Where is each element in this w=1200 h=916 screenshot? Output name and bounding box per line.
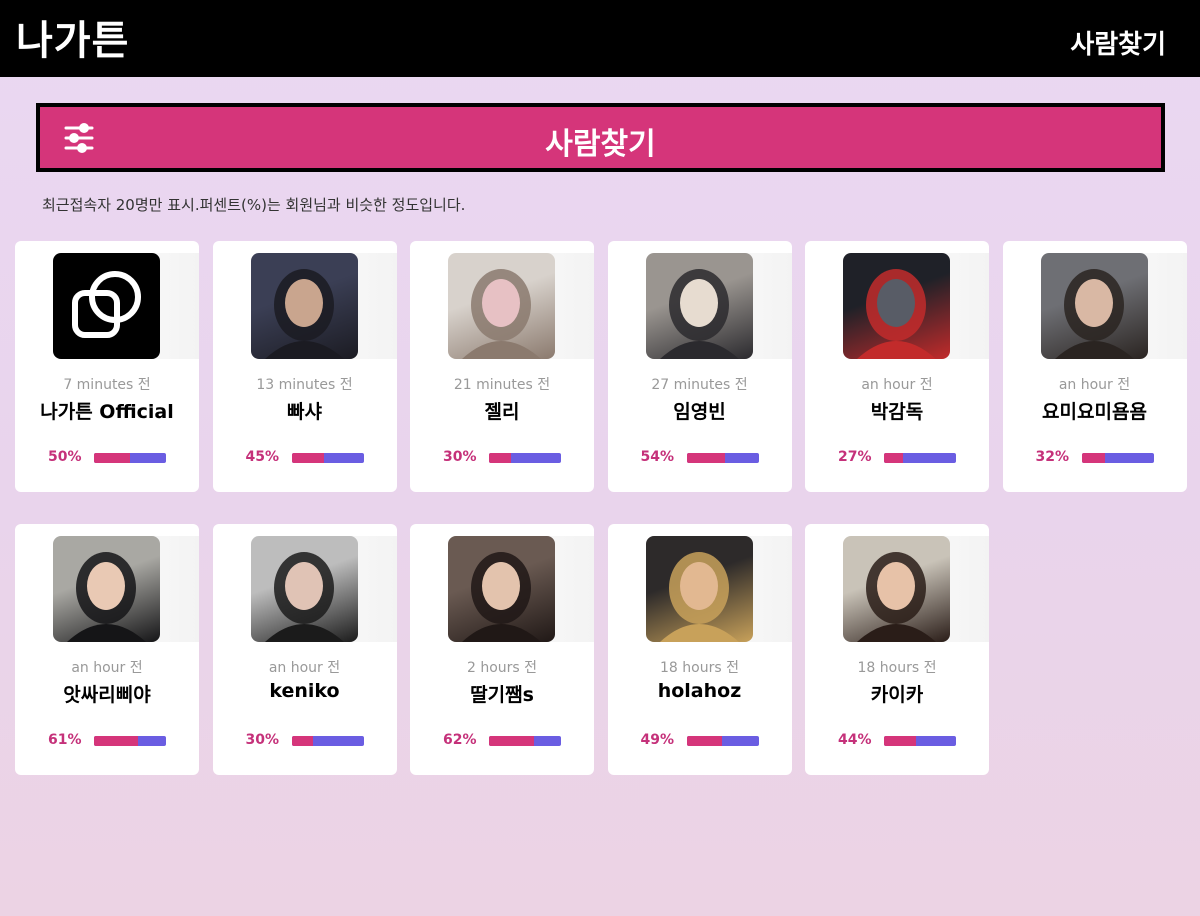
match-percent: 32% xyxy=(1035,449,1070,465)
avatar-area xyxy=(250,253,397,359)
user-card[interactable]: 21 minutes 전젤리 30% xyxy=(410,241,594,492)
avatar-area xyxy=(1040,253,1187,359)
match-progress-bar xyxy=(489,736,561,746)
match-progress-bar xyxy=(884,736,956,746)
last-seen-time: an hour 전 xyxy=(71,660,143,676)
last-seen-time: 21 minutes 전 xyxy=(453,377,551,393)
match-percent: 27% xyxy=(838,449,872,465)
match-percent: 45% xyxy=(245,449,280,465)
user-card[interactable]: 18 hours 전 holahoz 49% xyxy=(607,524,792,775)
avatar[interactable] xyxy=(645,536,753,642)
match-progress-fill xyxy=(94,453,130,463)
user-card[interactable]: an hour 전박감독 27% xyxy=(805,241,989,492)
match-progress-bar xyxy=(1081,453,1154,463)
user-nickname[interactable]: 카이카 xyxy=(805,680,989,707)
user-nickname[interactable]: 임영빈 xyxy=(608,397,792,424)
avatar[interactable] xyxy=(843,536,950,642)
match-progress-fill xyxy=(686,453,726,463)
last-seen-time: 7 minutes 전 xyxy=(63,377,151,393)
user-nickname[interactable]: holahoz xyxy=(608,680,792,702)
match-progress-bar xyxy=(686,736,759,746)
match-progress-fill xyxy=(291,453,324,463)
avatar-area xyxy=(53,536,199,642)
last-seen-time: 13 minutes 전 xyxy=(256,377,353,393)
match-progress-fill xyxy=(884,453,904,463)
user-card[interactable]: 2 hours 전딸기쨈s 62% xyxy=(410,524,594,775)
notice-text: 최근접속자 20명만 표시.퍼센트(%)는 회원님과 비슷한 정도입니다. xyxy=(42,196,466,214)
user-card[interactable]: an hour 전 keniko 30% xyxy=(212,524,397,775)
user-card[interactable]: 13 minutes 전빠샤 45% xyxy=(212,241,397,492)
official-logo-icon[interactable] xyxy=(53,253,160,359)
last-seen-time: 18 hours 전 xyxy=(857,660,937,676)
avatar[interactable] xyxy=(53,536,160,642)
match-percent: 62% xyxy=(443,732,477,748)
last-seen-time: 27 minutes 전 xyxy=(651,377,748,393)
match-progress-bar xyxy=(686,453,759,463)
last-seen-time: 2 hours 전 xyxy=(466,660,538,676)
page-title: 사람찾기 xyxy=(545,127,656,162)
match-percent: 30% xyxy=(245,732,280,748)
match-progress-bar xyxy=(94,453,166,463)
match-percent: 54% xyxy=(640,449,675,465)
last-seen-time: an hour 전 xyxy=(1058,377,1131,393)
user-card[interactable]: an hour 전요미요미욤욤 32% xyxy=(1002,241,1187,492)
user-nickname[interactable]: keniko xyxy=(213,680,397,702)
match-progress-fill xyxy=(1081,453,1105,463)
match-progress-bar xyxy=(291,453,364,463)
match-progress-fill xyxy=(291,736,314,746)
user-card[interactable]: 27 minutes 전임영빈 54% xyxy=(607,241,792,492)
user-nickname[interactable]: 박감독 xyxy=(805,397,989,424)
avatar[interactable] xyxy=(250,536,358,642)
section-banner: 사람찾기 xyxy=(36,103,1165,172)
user-card[interactable]: 18 hours 전카이카 44% xyxy=(805,524,989,775)
match-progress-bar xyxy=(884,453,956,463)
user-nickname[interactable]: 나가튼 Official xyxy=(15,397,199,424)
avatar-area xyxy=(448,536,594,642)
match-progress-bar xyxy=(94,736,166,746)
avatar[interactable] xyxy=(1040,253,1148,359)
user-nickname[interactable]: 요미요미욤욤 xyxy=(1003,397,1187,424)
match-progress-fill xyxy=(489,453,511,463)
user-nickname[interactable]: 딸기쨈s xyxy=(410,680,594,707)
avatar[interactable] xyxy=(448,253,555,359)
last-seen-time: an hour 전 xyxy=(268,660,341,676)
site-logo[interactable]: 나가튼 xyxy=(16,8,129,66)
match-progress-fill xyxy=(94,736,138,746)
match-progress-fill xyxy=(686,736,722,746)
avatar-area xyxy=(645,536,792,642)
user-card[interactable]: 7 minutes 전나가튼 Official 50% xyxy=(15,241,199,492)
last-seen-time: 18 hours 전 xyxy=(660,660,739,676)
avatar-area xyxy=(53,253,199,359)
avatar-area xyxy=(448,253,594,359)
avatar[interactable] xyxy=(448,536,555,642)
user-nickname[interactable]: 젤리 xyxy=(410,397,594,424)
avatar-area xyxy=(250,536,397,642)
user-card[interactable]: an hour 전앗싸리삐야 61% xyxy=(15,524,199,775)
avatar-area xyxy=(645,253,792,359)
user-nickname[interactable]: 앗싸리삐야 xyxy=(15,680,199,707)
top-navbar: 나가튼 사람찾기 xyxy=(0,0,1200,77)
find-people-link[interactable]: 사람찾기 xyxy=(1070,24,1166,61)
avatar-area xyxy=(843,253,989,359)
match-percent: 30% xyxy=(443,449,477,465)
match-progress-fill xyxy=(489,736,534,746)
avatar-area xyxy=(843,536,989,642)
match-percent: 49% xyxy=(640,732,675,748)
avatar[interactable] xyxy=(250,253,358,359)
match-progress-fill xyxy=(884,736,916,746)
avatar[interactable] xyxy=(843,253,950,359)
match-progress-bar xyxy=(291,736,364,746)
match-percent: 44% xyxy=(838,732,872,748)
avatar[interactable] xyxy=(645,253,753,359)
match-percent: 50% xyxy=(48,449,82,465)
last-seen-time: an hour 전 xyxy=(861,377,933,393)
user-nickname[interactable]: 빠샤 xyxy=(213,397,397,424)
match-percent: 61% xyxy=(48,732,82,748)
match-progress-bar xyxy=(489,453,561,463)
